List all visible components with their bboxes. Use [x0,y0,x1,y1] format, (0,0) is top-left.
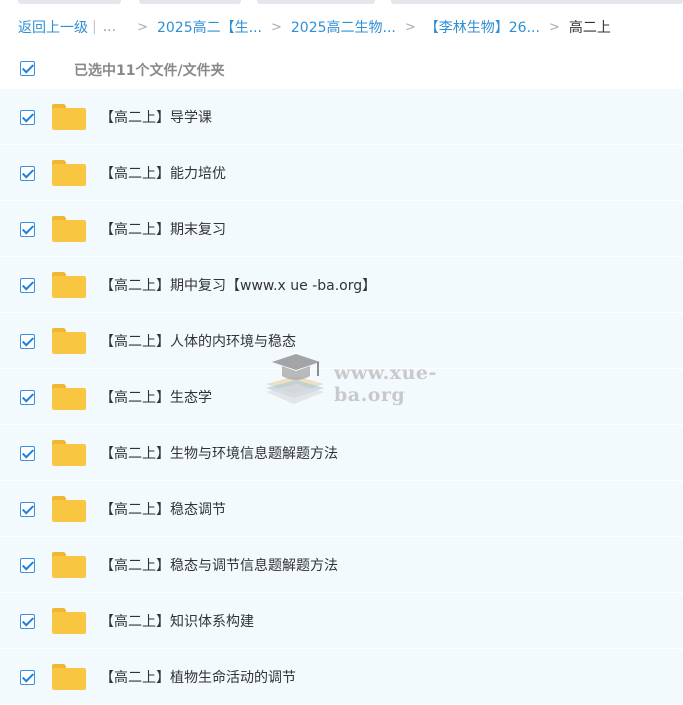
item-checkbox[interactable] [20,614,35,629]
item-checkbox[interactable] [20,278,35,293]
list-item[interactable]: 【高二上】稳态与调节信息题解题方法 [0,537,683,593]
chevron-right-icon: > [137,19,148,35]
item-checkbox[interactable] [20,166,35,181]
folder-icon [52,328,86,354]
top-tab-strip-4 [391,0,683,4]
item-name[interactable]: 【高二上】期末复习 [100,219,226,239]
item-checkbox[interactable] [20,390,35,405]
chevron-right-icon: > [404,19,416,35]
list-item[interactable]: 【高二上】植物生命活动的调节 [0,649,683,705]
top-tab-strip-3 [257,0,375,4]
item-checkbox[interactable] [20,502,35,517]
list-item[interactable]: 【高二上】稳态调节 [0,481,683,537]
list-item[interactable]: 【高二上】期中复习【www.x ue -ba.org】 [0,257,683,313]
list-item[interactable]: 【高二上】知识体系构建 [0,593,683,649]
item-name[interactable]: 【高二上】稳态调节 [100,499,226,519]
folder-icon [52,608,86,634]
list-item[interactable]: 【高二上】生物与环境信息题解题方法 [0,425,683,481]
folder-icon [52,160,86,186]
item-name[interactable]: 【高二上】期中复习【www.x ue -ba.org】 [100,275,376,295]
folder-icon [52,664,86,690]
item-name[interactable]: 【高二上】人体的内环境与稳态 [100,331,296,351]
selection-header: 已选中11个文件/文件夹 [0,56,683,84]
list-item[interactable]: 【高二上】导学课 [0,89,683,145]
breadcrumb-item-1[interactable]: 2025高二【生... [157,17,262,37]
item-name[interactable]: 【高二上】能力培优 [100,163,226,183]
item-name[interactable]: 【高二上】生态学 [100,387,212,407]
breadcrumb-item-2[interactable]: 2025高二生物... [291,17,396,37]
top-tab-strip-1 [18,0,121,4]
top-edge-bar [0,0,683,6]
breadcrumb-item-3[interactable]: 【李林生物】26... [425,17,540,37]
folder-icon [52,496,86,522]
list-item[interactable]: 【高二上】期末复习 [0,201,683,257]
item-name[interactable]: 【高二上】导学课 [100,107,212,127]
folder-icon [52,216,86,242]
chevron-right-icon: > [548,19,560,35]
chevron-right-icon: > [270,19,282,35]
top-tab-strip-2 [139,0,241,4]
item-name[interactable]: 【高二上】稳态与调节信息题解题方法 [100,555,338,575]
list-item[interactable]: 【高二上】人体的内环境与稳态 [0,313,683,369]
back-link[interactable]: 返回上一级 [18,17,88,37]
file-list: 【高二上】导学课 【高二上】能力培优 【高二上】期末复习 【高二上】期中复习【w… [0,89,683,705]
item-name[interactable]: 【高二上】知识体系构建 [100,611,254,631]
folder-icon [52,104,86,130]
list-item[interactable]: 【高二上】能力培优 [0,145,683,201]
item-checkbox[interactable] [20,558,35,573]
list-item[interactable]: 【高二上】生态学 [0,369,683,425]
item-checkbox[interactable] [20,222,35,237]
folder-icon [52,272,86,298]
selection-summary: 已选中11个文件/文件夹 [74,63,225,79]
folder-icon [52,552,86,578]
folder-icon [52,384,86,410]
breadcrumb: 返回上一级 | ... > 2025高二【生... > 2025高二生物... … [18,16,683,38]
item-name[interactable]: 【高二上】生物与环境信息题解题方法 [100,443,338,463]
folder-icon [52,440,86,466]
item-checkbox[interactable] [20,670,35,685]
item-checkbox[interactable] [20,110,35,125]
select-all-checkbox[interactable] [20,61,35,76]
item-checkbox[interactable] [20,446,35,461]
breadcrumb-current: 高二上 [568,20,611,36]
item-checkbox[interactable] [20,334,35,349]
breadcrumb-ellipsis[interactable]: ... [103,19,116,35]
breadcrumb-divider: | [92,19,97,35]
item-name[interactable]: 【高二上】植物生命活动的调节 [100,667,296,687]
